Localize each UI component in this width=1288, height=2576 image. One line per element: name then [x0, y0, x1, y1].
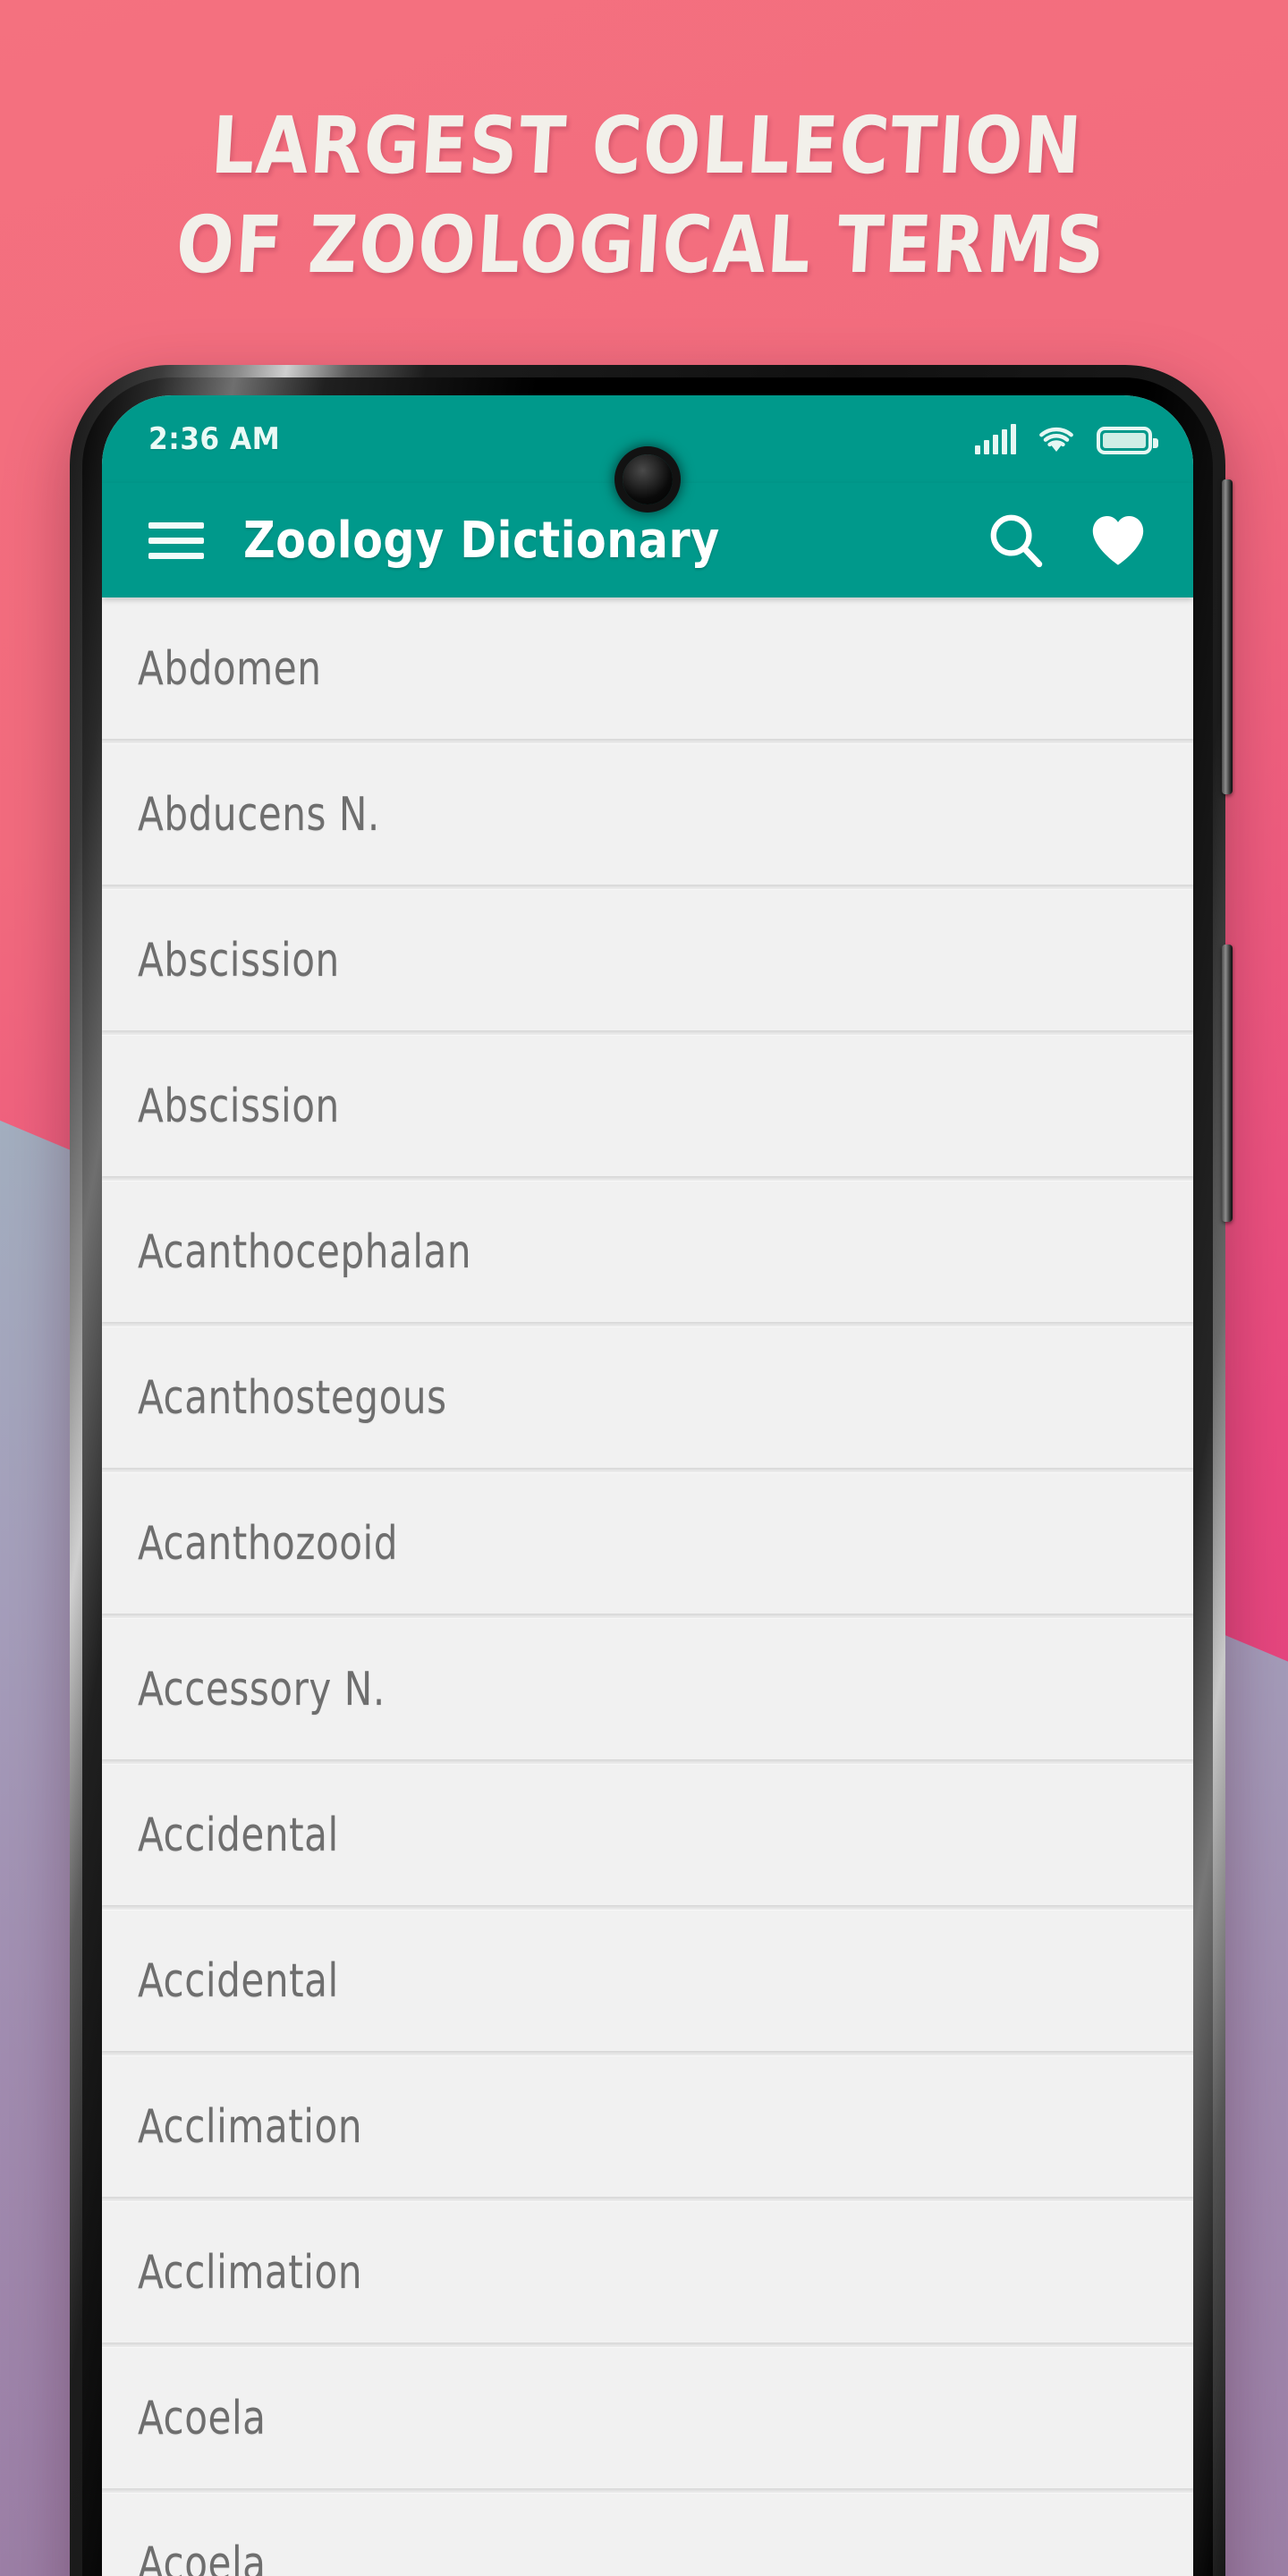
list-item[interactable]: Acoela [102, 2493, 1193, 2576]
dictionary-term-list[interactable]: Abdomen Abducens N. Abscission Abscissio… [102, 597, 1193, 2576]
term-label: Accessory N. [138, 1662, 386, 1716]
term-label: Acclimation [138, 2099, 363, 2154]
list-item[interactable]: Accidental [102, 1764, 1193, 1905]
list-item[interactable]: Acanthozooid [102, 1472, 1193, 1614]
promo-headline-line-1: LARGEST COLLECTION [208, 99, 1086, 191]
list-item[interactable]: Abscission [102, 889, 1193, 1030]
term-label: Acanthostegous [138, 1370, 447, 1425]
promo-headline: LARGEST COLLECTION OF ZOOLOGICAL TERMS [84, 97, 1204, 295]
signal-icon [975, 424, 1016, 454]
list-item[interactable]: Acclimation [102, 2201, 1193, 2343]
term-label: Accidental [138, 1953, 339, 2008]
list-item[interactable]: Accidental [102, 1910, 1193, 2051]
search-icon[interactable] [984, 508, 1048, 572]
list-item[interactable]: Acanthocephalan [102, 1181, 1193, 1322]
promo-headline-line-2: OF ZOOLOGICAL TERMS [174, 198, 1109, 291]
list-item[interactable]: Acoela [102, 2347, 1193, 2488]
favorite-heart-icon[interactable] [1084, 508, 1152, 572]
battery-fill-level [1103, 433, 1146, 448]
term-label: Acanthozooid [138, 1516, 399, 1571]
app-bar-title: Zoology Dictionary [243, 511, 720, 570]
term-label: Accidental [138, 1808, 339, 1862]
list-item[interactable]: Acclimation [102, 2055, 1193, 2197]
volume-button[interactable] [1222, 479, 1233, 794]
list-item[interactable]: Abscission [102, 1035, 1193, 1176]
phone-screen: 2:36 AM Zoology Dictionary Abdomen Abduc… [102, 395, 1193, 2576]
camera-punch-hole-icon [623, 454, 673, 504]
list-item[interactable]: Abdomen [102, 597, 1193, 739]
wifi-icon [1039, 427, 1073, 452]
status-bar-icons [975, 424, 1158, 454]
list-item[interactable]: Acanthostegous [102, 1326, 1193, 1468]
list-item[interactable]: Accessory N. [102, 1618, 1193, 1759]
term-label: Acoela [138, 2537, 267, 2576]
term-label: Abscission [138, 1079, 340, 1133]
term-label: Abdomen [138, 641, 322, 696]
battery-icon [1097, 427, 1158, 454]
menu-icon[interactable] [148, 521, 204, 559]
term-label: Abducens N. [138, 787, 380, 842]
term-label: Acanthocephalan [138, 1224, 472, 1279]
list-item[interactable]: Abducens N. [102, 743, 1193, 885]
power-button[interactable] [1222, 945, 1233, 1222]
phone-device-frame: 2:36 AM Zoology Dictionary Abdomen Abduc… [70, 365, 1233, 2576]
term-label: Acoela [138, 2391, 267, 2445]
status-bar-clock: 2:36 AM [148, 421, 281, 457]
term-label: Abscission [138, 933, 340, 987]
term-label: Acclimation [138, 2245, 363, 2300]
